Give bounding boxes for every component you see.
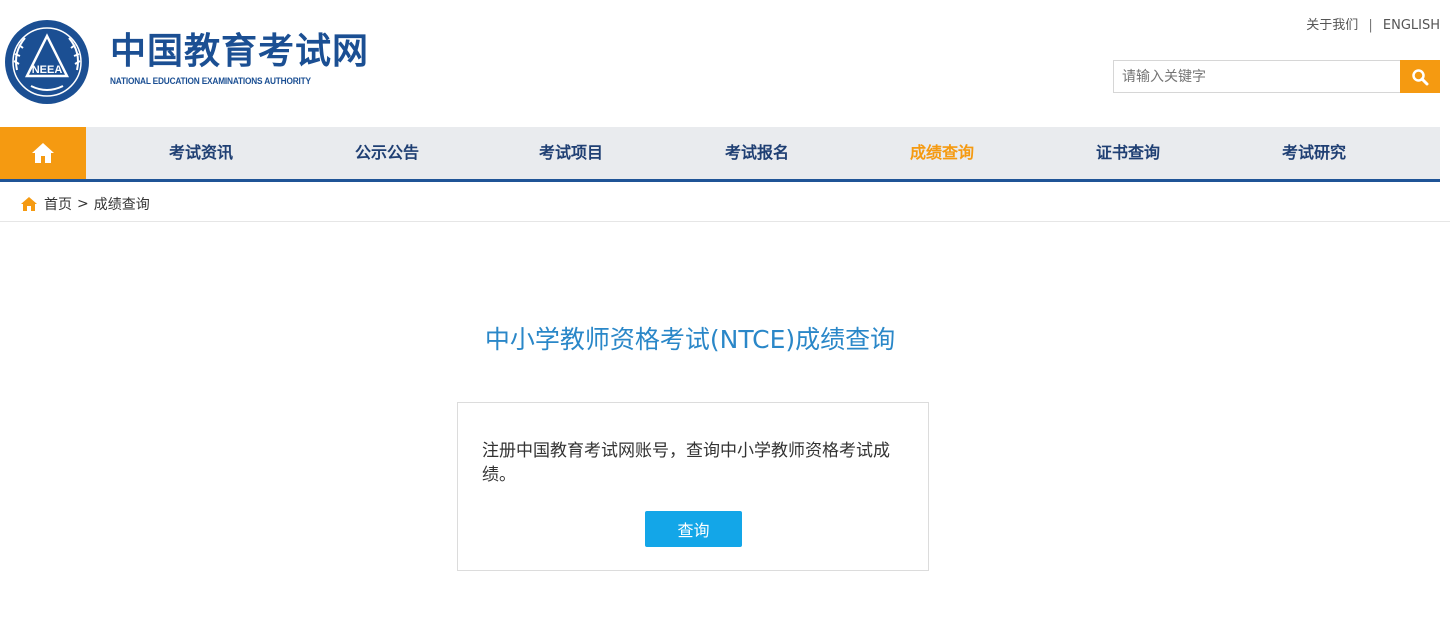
top-links: 关于我们 | ENGLISH	[1306, 14, 1440, 33]
nav-item-exam-news[interactable]: 考试资讯	[131, 127, 271, 179]
page-title: 中小学教师资格考试(NTCE)成绩查询	[484, 325, 896, 354]
neea-emblem-icon[interactable]: NEEA	[3, 18, 91, 106]
query-card: 注册中国教育考试网账号，查询中小学教师资格考试成绩。 查询	[457, 402, 929, 571]
nav-item-announcements[interactable]: 公示公告	[317, 127, 457, 179]
nav-item-score-query[interactable]: 成绩查询	[872, 127, 1012, 179]
nav-item-exam-research[interactable]: 考试研究	[1244, 127, 1384, 179]
search-button[interactable]	[1400, 60, 1440, 93]
breadcrumb: 首页 > 成绩查询	[20, 194, 150, 214]
card-description: 注册中国教育考试网账号，查询中小学教师资格考试成绩。	[482, 441, 890, 485]
breadcrumb-separator: >	[77, 196, 89, 212]
breadcrumb-current: 成绩查询	[93, 197, 150, 213]
breadcrumb-home-icon	[21, 197, 37, 211]
nav-home-button[interactable]	[0, 127, 86, 179]
home-icon	[32, 143, 54, 163]
site-name-en: NATIONAL EDUCATION EXAMINATIONS AUTHORIT…	[110, 76, 311, 86]
search-icon	[1412, 68, 1429, 85]
nav-item-certificate-query[interactable]: 证书查询	[1058, 127, 1198, 179]
nav-item-exam-projects[interactable]: 考试项目	[501, 127, 641, 179]
breadcrumb-divider	[0, 221, 1450, 222]
query-button[interactable]: 查询	[645, 511, 742, 547]
breadcrumb-home[interactable]: 首页	[44, 194, 72, 214]
nav-item-registration[interactable]: 考试报名	[687, 127, 827, 179]
site-name-cn[interactable]: 中国教育考试网	[110, 32, 369, 72]
top-links-separator: |	[1368, 18, 1373, 33]
about-us-link[interactable]: 关于我们	[1306, 18, 1358, 33]
main-nav: 考试资讯 公示公告 考试项目 考试报名 成绩查询 证书查询 考试研究	[0, 127, 1440, 182]
site-header: NEEA 中国教育考试网 NATIONAL EDUCATION EXAMINAT…	[0, 0, 1450, 127]
emblem-text: NEEA	[32, 64, 63, 76]
english-link[interactable]: ENGLISH	[1383, 18, 1440, 33]
search-input[interactable]	[1113, 60, 1400, 93]
